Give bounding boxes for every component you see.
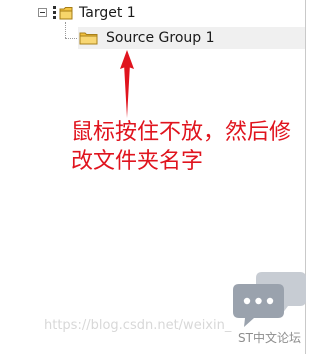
arrow-up-icon xyxy=(120,50,134,118)
tree-item-target[interactable]: Target 1 xyxy=(79,3,136,23)
tree-connector xyxy=(65,38,79,39)
tree-connector xyxy=(65,22,66,38)
watermark-url: https://blog.csdn.net/weixin_ xyxy=(44,318,232,333)
chat-bubbles-icon xyxy=(233,272,306,327)
annotation-text: 鼠标按住不放，然后修改文件夹名字 xyxy=(71,120,292,174)
watermark-brand: ST中文论坛 xyxy=(238,331,301,345)
folder-icon xyxy=(79,32,98,45)
collapse-toggle[interactable] xyxy=(38,8,47,17)
target-icon xyxy=(53,6,73,20)
source-group-label[interactable]: Source Group 1 xyxy=(106,28,215,48)
